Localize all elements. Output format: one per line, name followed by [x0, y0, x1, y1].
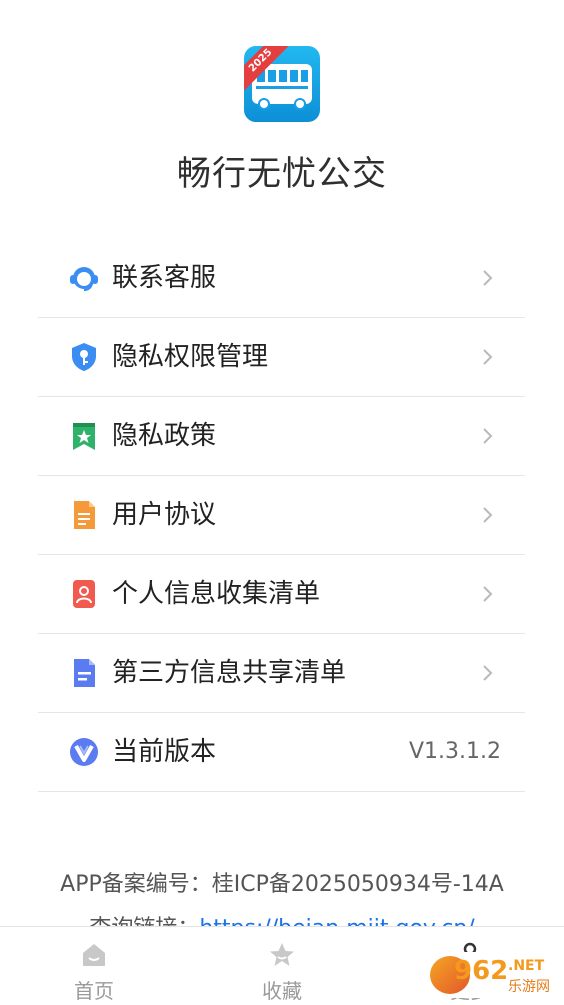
menu-item-label: 联系客服 — [112, 263, 217, 293]
document-icon — [68, 499, 100, 531]
app-name: 畅行无忧公交 — [177, 154, 387, 194]
menu-item-customer-service[interactable]: 联系客服 — [38, 239, 525, 318]
person-card-icon — [68, 578, 100, 610]
watermark-suffix: .NET — [508, 958, 545, 974]
watermark-sub: 乐游网 — [508, 979, 550, 995]
home-icon — [83, 944, 105, 966]
menu-item-third-party-sharing[interactable]: 第三方信息共享清单 — [38, 634, 525, 713]
menu-item-privacy-permissions[interactable]: 隐私权限管理 — [38, 318, 525, 397]
version-v-icon — [68, 736, 100, 768]
menu-item-user-agreement[interactable]: 用户协议 — [38, 476, 525, 555]
menu-item-label: 隐私政策 — [112, 421, 217, 451]
icp-record-text: APP备案编号：桂ICP备2025050934号-14A — [60, 872, 504, 897]
app-logo: 2025 — [244, 46, 320, 122]
site-watermark: 962 .NET 乐游网 — [424, 952, 556, 998]
menu-item-current-version[interactable]: 当前版本 V1.3.1.2 — [38, 713, 525, 792]
chevron-right-icon — [483, 586, 493, 602]
app-header: 2025 畅行无忧公交 — [0, 0, 564, 230]
menu-item-label: 第三方信息共享清单 — [112, 658, 347, 688]
menu-item-label: 隐私权限管理 — [112, 342, 269, 372]
star-icon — [270, 943, 294, 966]
headset-icon — [68, 262, 100, 294]
bookmark-star-icon — [68, 420, 100, 452]
chevron-right-icon — [483, 428, 493, 444]
watermark-number: 962 — [454, 956, 509, 986]
chevron-right-icon — [483, 270, 493, 286]
menu-item-label: 用户协议 — [112, 500, 217, 530]
version-value: V1.3.1.2 — [408, 739, 501, 764]
tab-label: 首页 — [74, 979, 114, 1003]
menu-item-privacy-policy[interactable]: 隐私政策 — [38, 397, 525, 476]
tab-label: 收藏 — [262, 979, 302, 1003]
chevron-right-icon — [483, 349, 493, 365]
settings-menu: 联系客服 隐私权限管理 隐私政策 用户协议 个人信息收集清单 第三方信息共享清单… — [38, 239, 525, 792]
menu-item-label: 当前版本 — [112, 737, 217, 767]
chevron-right-icon — [483, 507, 493, 523]
menu-item-personal-info-list[interactable]: 个人信息收集清单 — [38, 555, 525, 634]
menu-item-label: 个人信息收集清单 — [112, 579, 321, 609]
shield-key-icon — [68, 341, 100, 373]
chevron-right-icon — [483, 665, 493, 681]
list-doc-icon — [68, 657, 100, 689]
tab-favorites[interactable]: 收藏 — [222, 927, 342, 1005]
tab-home[interactable]: 首页 — [34, 927, 154, 1005]
